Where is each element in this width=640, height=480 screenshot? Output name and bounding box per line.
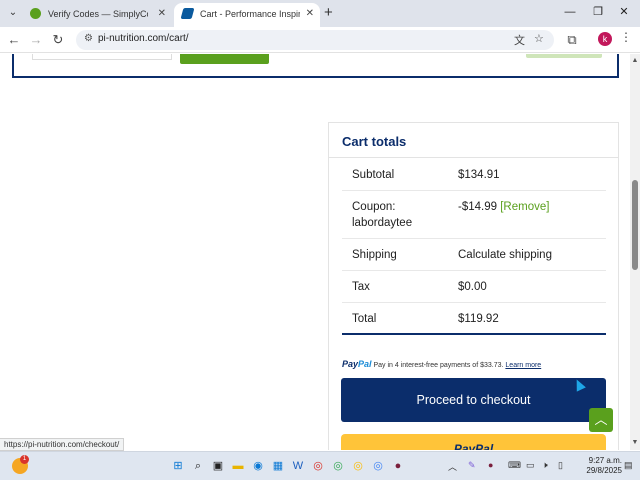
subtotal-value: $134.91 — [458, 169, 500, 181]
link-status-bar: https://pi-nutrition.com/checkout/ — [0, 438, 125, 451]
chrome-icon[interactable]: ◎ — [310, 458, 326, 474]
restore-icon[interactable]: ❐ — [588, 3, 608, 21]
apply-coupon-button[interactable] — [180, 54, 269, 64]
coupon-value: -$14.99 [Remove] — [458, 199, 549, 215]
learn-more-link[interactable]: Learn more — [505, 362, 541, 369]
paypal-logo: PayPal — [342, 359, 372, 369]
shipping-row: Shipping Calculate shipping — [342, 239, 606, 271]
chevron-up-icon[interactable]: ︿ — [589, 408, 613, 432]
chrome-profile-icon[interactable]: ◎ — [350, 458, 366, 474]
close-icon[interactable]: ✕ — [306, 3, 314, 25]
shipping-label: Shipping — [352, 249, 397, 261]
windows-taskbar: 1 ⊞ ⌕ ▣ ▬ ◉ ▦ W ◎ ◎ ◎ ◎ ● ︿ ✎ ● ⌨ ▭ 🕨 ▯ … — [0, 451, 640, 480]
calculate-shipping-link[interactable]: Calculate shipping — [458, 247, 552, 263]
chevron-up-icon[interactable]: ︿ — [448, 460, 457, 473]
profile-avatar[interactable]: k — [598, 32, 612, 46]
search-icon[interactable]: ⌕ — [190, 458, 206, 474]
url-text: pi-nutrition.com/cart/ — [98, 33, 189, 44]
volume-icon[interactable]: 🕨 — [542, 460, 548, 471]
simplycodes-favicon-icon — [30, 8, 41, 19]
tray-app-icon[interactable]: ● — [488, 460, 493, 470]
coupon-row: Coupon: labordaytee -$14.99 [Remove] — [342, 191, 606, 239]
cart-table-border — [12, 54, 619, 78]
clock-date: 29/8/2025 — [586, 466, 622, 475]
clock-time: 9:27 a.m. — [588, 456, 622, 465]
total-label: Total — [352, 313, 377, 325]
extensions-icon[interactable]: ⧉ — [564, 31, 580, 49]
cart-totals-title: Cart totals — [342, 134, 407, 149]
pi-nutrition-favicon-icon — [180, 8, 195, 19]
edge-icon[interactable]: ◉ — [250, 458, 266, 474]
system-clock[interactable]: 9:27 a.m. 29/8/2025 — [578, 456, 622, 476]
address-bar[interactable]: ⚙ pi-nutrition.com/cart/ 文 ☆ — [76, 30, 554, 50]
coupon-input[interactable] — [32, 54, 172, 60]
notifications-icon[interactable]: ▤ — [624, 460, 633, 471]
store-icon[interactable]: ▦ — [270, 458, 286, 474]
update-cart-button[interactable] — [526, 54, 602, 58]
scroll-down-icon[interactable]: ▼ — [630, 438, 640, 448]
display-icon[interactable]: ▭ — [526, 460, 535, 471]
paypal-checkout-button[interactable]: PayPal — [341, 434, 606, 450]
tax-value: $0.00 — [458, 281, 487, 293]
total-value: $119.92 — [458, 313, 499, 325]
star-icon[interactable]: ☆ — [534, 32, 544, 45]
site-info-icon[interactable]: ⚙ — [84, 33, 93, 44]
page-content: Cart totals Subtotal $134.91 Coupon: lab… — [0, 54, 630, 450]
chrome-profile-icon[interactable]: ◎ — [330, 458, 346, 474]
paypal-pay-later-message: PayPal Pay in 4 interest-free payments o… — [342, 358, 606, 372]
minimize-icon[interactable]: — — [560, 3, 580, 21]
subtotal-label: Subtotal — [352, 169, 395, 181]
task-view-icon[interactable]: ▣ — [210, 458, 226, 474]
kebab-menu-icon[interactable]: ⋮ — [620, 30, 632, 44]
proceed-to-checkout-button[interactable]: Proceed to checkout — [341, 378, 606, 422]
reload-icon[interactable]: ↻ — [50, 31, 66, 49]
battery-icon[interactable]: ▯ — [558, 460, 563, 471]
windows-start-icon[interactable]: ⊞ — [170, 458, 186, 474]
plus-icon[interactable]: + — [324, 4, 333, 22]
cart-totals-header: Cart totals — [329, 123, 618, 158]
tab-list-icon[interactable]: ⌄ — [4, 4, 22, 22]
window-close-icon[interactable]: ✕ — [614, 3, 634, 21]
scroll-up-icon[interactable]: ▲ — [630, 56, 640, 66]
tab-label: Verify Codes — SimplyCodes — [48, 9, 148, 19]
close-icon[interactable]: ✕ — [158, 3, 166, 25]
tax-label: Tax — [352, 281, 370, 293]
app-icon[interactable]: ● — [390, 458, 406, 474]
remove-coupon-link[interactable]: [Remove] — [500, 201, 549, 213]
paypal-logo-pal: Pal — [358, 359, 372, 369]
paypal-logo-pay: Pay — [342, 359, 359, 369]
back-arrow-icon[interactable]: ← — [6, 31, 22, 49]
coupon-discount: -$14.99 — [458, 201, 498, 213]
page-scrollbar[interactable]: ▲ ▼ — [630, 54, 640, 450]
forward-arrow-icon[interactable]: → — [28, 31, 44, 49]
total-row: Total $119.92 — [342, 303, 606, 335]
pen-icon[interactable]: ✎ — [468, 460, 476, 471]
paypal-message-text: Pay in 4 interest-free payments of $33.7… — [373, 362, 504, 369]
translate-icon[interactable]: 文 — [514, 32, 525, 48]
keyboard-icon[interactable]: ⌨ — [508, 460, 521, 471]
scrollbar-thumb[interactable] — [632, 180, 638, 270]
word-icon[interactable]: W — [290, 458, 306, 474]
chrome-profile-icon[interactable]: ◎ — [370, 458, 386, 474]
browser-tab-strip: ⌄ Verify Codes — SimplyCodes ✕ Cart - Pe… — [0, 0, 640, 27]
subtotal-row: Subtotal $134.91 — [342, 159, 606, 191]
tax-row: Tax $0.00 — [342, 271, 606, 303]
coupon-label: Coupon: — [352, 201, 396, 213]
file-explorer-icon[interactable]: ▬ — [230, 458, 246, 474]
tab-verify-codes[interactable]: Verify Codes — SimplyCodes ✕ — [22, 3, 172, 27]
coupon-code: labordaytee — [352, 217, 413, 229]
notification-badge: 1 — [20, 455, 29, 464]
browser-toolbar: ← → ↻ ⚙ pi-nutrition.com/cart/ 文 ☆ ⧉ k ⋮ — [0, 27, 640, 53]
tab-cart[interactable]: Cart - Performance Inspired Nu ✕ — [174, 3, 320, 27]
tab-label: Cart - Performance Inspired Nu — [200, 9, 300, 19]
cart-totals-panel: Cart totals Subtotal $134.91 Coupon: lab… — [328, 122, 619, 450]
